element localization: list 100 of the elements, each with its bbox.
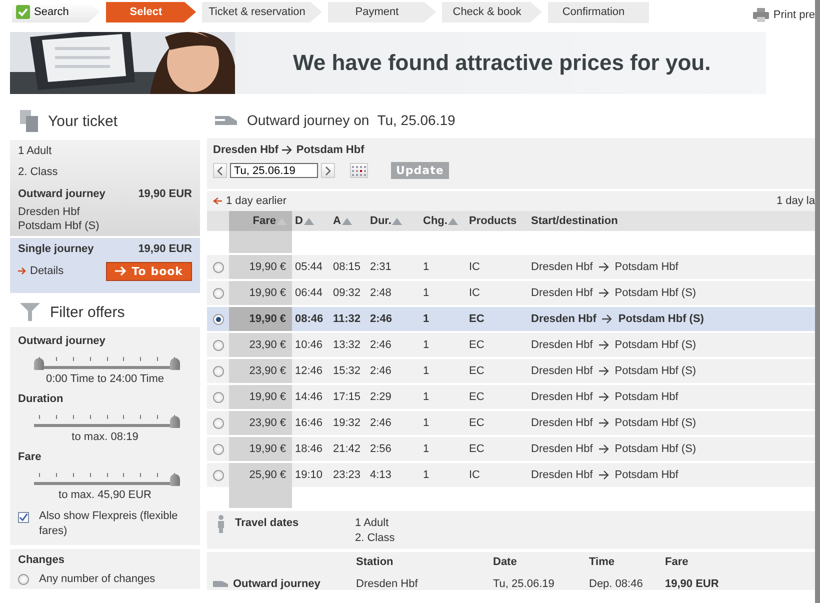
step-tab[interactable]: Select (106, 2, 196, 22)
column-header[interactable]: A (330, 211, 367, 231)
radio-button[interactable] (212, 340, 224, 350)
table-row[interactable]: 19,90 € 14:46 17:15 2:29 1 EC Dresden Hbf Potsdam Hbf (207, 383, 815, 409)
table-cell-text: 4:13 (369, 469, 392, 481)
arrow-icon (598, 392, 609, 402)
total-price: 19,90 EUR (138, 242, 192, 257)
table-row[interactable]: 19,90 € 18:46 21:42 2:56 1 EC Dresden Hbf Potsdam Hbf (S) (207, 435, 815, 461)
table-cell: 25,90 € (229, 463, 292, 487)
person-icon (217, 515, 225, 533)
table-cell: Potsdam Hbf (S) (614, 287, 696, 299)
table-row[interactable]: 19,90 € 05:44 08:15 2:31 1 IC Dresden Hbf Potsdam Hbf (207, 253, 815, 279)
checkbox[interactable] (18, 512, 29, 523)
table-cell-text: 1 (422, 313, 430, 325)
arrow-icon (282, 145, 292, 155)
table-cell-text: 08:46 (294, 313, 324, 325)
step-tab[interactable]: Check & book (442, 2, 542, 22)
range-slider[interactable] (34, 355, 180, 371)
earlier-link[interactable]: 1 day earlier (213, 195, 287, 207)
slider-reading: to max. 45,90 EUR (58, 489, 152, 501)
table-cell: 23,90 € (229, 359, 292, 383)
sort-icon (342, 218, 352, 224)
filter-label: Fare (18, 451, 42, 463)
table-row[interactable]: 25,90 € 19:10 23:23 4:13 1 IC Dresden Hbf Potsdam Hbf (207, 461, 815, 487)
column-header: Fare (665, 556, 690, 568)
table-cell-text: 1 (422, 391, 430, 403)
table-row[interactable]: 19,90 € 06:44 09:32 2:48 1 IC Dresden Hbf Potsdam Hbf (S) (207, 279, 815, 305)
radio-button[interactable] (212, 418, 224, 428)
journey-date: Tu, 25.06.19 (377, 112, 456, 128)
arrow-icon (598, 340, 609, 350)
ticket-line: 2. Class (18, 165, 59, 180)
table-row[interactable]: 23,90 € 16:46 19:32 2:46 1 EC Dresden Hbf Potsdam Hbf (S) (207, 409, 815, 435)
step-tab[interactable]: Payment (328, 2, 436, 22)
table-cell-text: 1 (422, 365, 430, 377)
slider-thumb[interactable] (170, 416, 180, 428)
step-tab[interactable]: Confirmation (548, 2, 649, 22)
column-header[interactable]: Chg. (420, 211, 466, 231)
table-cell-text: 19,90 EUR (665, 578, 720, 590)
table-cell: Dresden Hbf (531, 313, 596, 325)
radio-button[interactable] (212, 262, 224, 272)
table-cell: 23,90 € (229, 411, 292, 435)
slider-thumb[interactable] (34, 358, 44, 370)
chevron-right-icon (325, 166, 331, 176)
column-header[interactable]: Dur. (367, 211, 420, 231)
slider-reading: to max. 08:19 (70, 431, 140, 443)
table-cell-text: 21:42 (332, 443, 362, 455)
column-header[interactable]: Fare (229, 211, 292, 231)
next-day-button[interactable] (321, 163, 335, 178)
table-cell: Potsdam Hbf (S) (614, 417, 696, 429)
table-row[interactable]: 19,90 € 08:46 11:32 2:46 1 EC Dresden Hbf Potsdam Hbf (S) (207, 305, 815, 331)
travel-dates-line: 2. Class (355, 531, 395, 546)
step-tab[interactable]: Ticket & reservation (202, 2, 322, 22)
table-cell: Potsdam Hbf (S) (614, 443, 696, 455)
date-field[interactable]: Tu, 25.06.19 (230, 163, 318, 178)
radio-button[interactable] (18, 574, 29, 584)
station-name: Dresden Hbf (213, 144, 278, 156)
book-button[interactable]: To book (106, 262, 192, 280)
calendar-button[interactable] (350, 163, 368, 178)
calendar-icon (352, 166, 366, 176)
slider-thumb[interactable] (170, 474, 180, 486)
table-cell: 19,90 € (229, 385, 292, 409)
filter-label: Duration (18, 393, 64, 405)
slider-thumb[interactable] (170, 358, 180, 370)
radio-button[interactable] (212, 392, 224, 402)
travel-dates-line: 1 Adult (355, 516, 390, 531)
table-cell (229, 487, 292, 508)
column-header: Station (356, 556, 394, 568)
chevron-left-icon (217, 166, 223, 176)
radio-button[interactable] (212, 470, 224, 480)
filter-label: Changes (18, 554, 66, 566)
journey-label: Outward journey (18, 187, 106, 202)
details-link[interactable]: Details (18, 260, 64, 282)
column-header[interactable]: D (292, 211, 330, 231)
later-link[interactable]: 1 day la (776, 195, 815, 207)
radio-button[interactable] (212, 314, 224, 324)
journey-title: Outward journey on (247, 112, 370, 128)
printer-icon (753, 8, 770, 22)
radio-button[interactable] (212, 366, 224, 376)
table-cell: 23,90 € (229, 333, 292, 357)
table-cell: Potsdam Hbf (S) (618, 313, 704, 325)
previous-day-button[interactable] (213, 163, 227, 178)
print-button[interactable]: Print pre (753, 2, 815, 22)
filter-icon (20, 303, 40, 321)
column-header[interactable]: Start/destination (528, 211, 815, 231)
table-cell-text: IC (468, 287, 481, 299)
table-cell-text: EC (468, 365, 486, 377)
table-cell-text: 2:29 (369, 391, 392, 403)
filter-label: Outward journey (18, 335, 106, 347)
table-cell-text: EC (468, 391, 486, 403)
table-cell: Dresden Hbf (531, 339, 593, 351)
table-cell-text: EC (468, 443, 486, 455)
table-cell-text: Dresden Hbf (356, 578, 419, 590)
column-header[interactable]: Products (466, 211, 528, 231)
radio-button[interactable] (212, 288, 224, 298)
table-cell: Potsdam Hbf (614, 469, 678, 481)
table-cell: Potsdam Hbf (614, 261, 678, 273)
table-row[interactable]: 23,90 € 10:46 13:32 2:46 1 EC Dresden Hbf Potsdam Hbf (S) (207, 331, 815, 357)
radio-button[interactable] (212, 444, 224, 454)
table-row[interactable]: 23,90 € 12:46 15:32 2:46 1 EC Dresden Hbf Potsdam Hbf (S) (207, 357, 815, 383)
table-cell-text: 1 (422, 339, 430, 351)
